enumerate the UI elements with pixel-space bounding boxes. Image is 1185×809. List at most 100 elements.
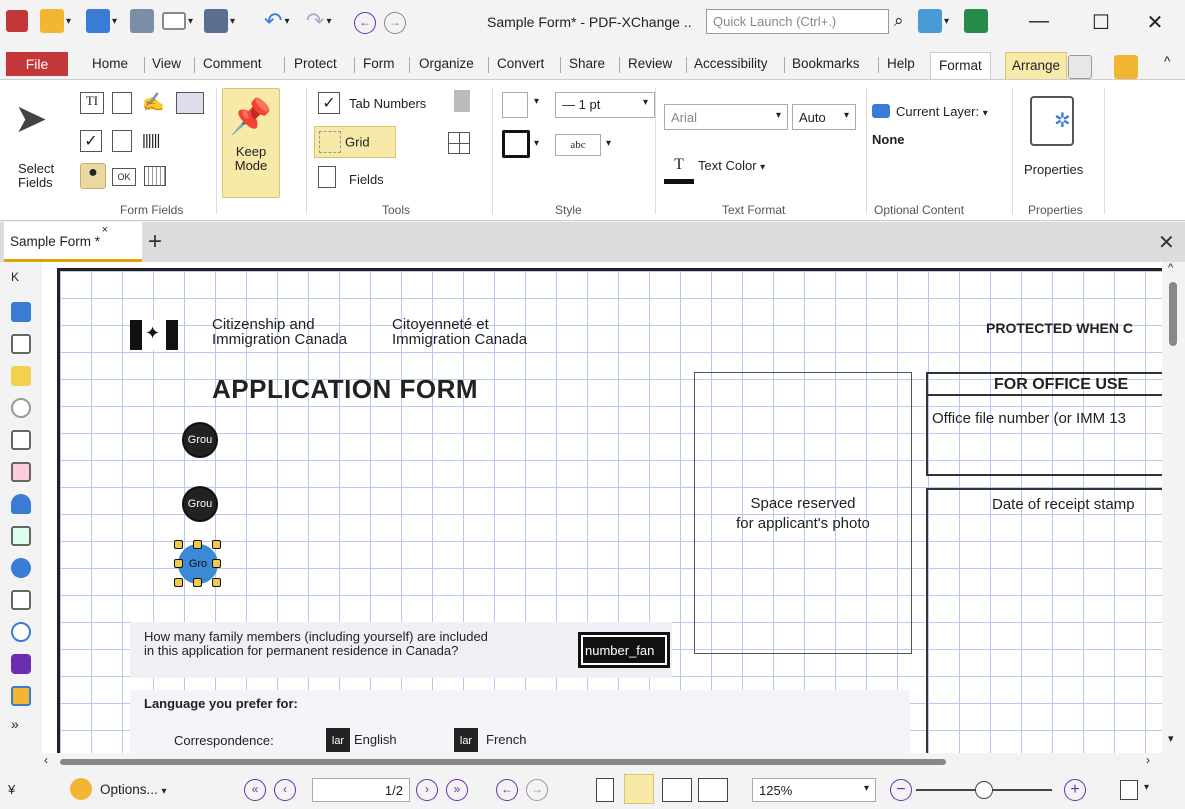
options-button[interactable]: Options... ▾ bbox=[100, 782, 167, 797]
text-color-button[interactable]: Text Color ▾ bbox=[698, 158, 765, 173]
tags-icon[interactable] bbox=[11, 590, 31, 610]
select-fields-button[interactable]: Select Fields bbox=[18, 162, 58, 190]
tab-comment[interactable]: Comment bbox=[203, 56, 262, 71]
selection-handle[interactable] bbox=[193, 540, 202, 549]
folder-icon[interactable] bbox=[1114, 54, 1138, 80]
tab-review[interactable]: Review bbox=[628, 56, 672, 71]
arrange-grid-icon[interactable] bbox=[448, 132, 470, 154]
checkbox-icon[interactable]: ✓ bbox=[80, 130, 102, 152]
selection-handle[interactable] bbox=[212, 540, 221, 549]
page-number-input[interactable]: 1/2 bbox=[312, 778, 410, 802]
tab-form[interactable]: Form bbox=[363, 56, 395, 71]
zoom-slider-thumb[interactable] bbox=[975, 781, 993, 799]
zoom-out-icon[interactable]: − bbox=[890, 779, 912, 801]
redo-icon[interactable]: ↷ ▾ bbox=[306, 8, 331, 34]
document-view[interactable]: ✦ Citizenship and Immigration Canada Cito… bbox=[42, 262, 1162, 753]
radio-button-icon[interactable]: ● bbox=[80, 163, 106, 189]
font-size-select[interactable]: Auto ▾ bbox=[792, 104, 856, 130]
close-document-icon[interactable]: ✕ bbox=[1158, 230, 1175, 255]
scan-icon[interactable]: ▾ bbox=[204, 8, 235, 34]
selection-handle[interactable] bbox=[212, 559, 221, 568]
french-radio-field[interactable]: lar bbox=[454, 728, 478, 752]
continuous-facing-icon[interactable] bbox=[698, 778, 728, 802]
document-tab[interactable]: Sample Form * × bbox=[4, 222, 142, 262]
border-color-dropdown[interactable]: ▾ bbox=[534, 138, 539, 149]
forward-icon[interactable]: → bbox=[384, 12, 406, 34]
tab-numbers-button[interactable]: Tab Numbers bbox=[349, 96, 426, 111]
tab-protect[interactable]: Protect bbox=[294, 56, 337, 71]
selection-handle[interactable] bbox=[174, 578, 183, 587]
page-layout-icon[interactable] bbox=[1120, 780, 1138, 800]
tab-organize[interactable]: Organize bbox=[419, 56, 474, 71]
horizontal-scroll-thumb[interactable] bbox=[60, 759, 946, 765]
tab-accessibility[interactable]: Accessibility bbox=[694, 56, 768, 71]
fields-button[interactable]: Fields bbox=[349, 172, 384, 187]
more-panels-icon[interactable]: » bbox=[11, 716, 31, 732]
border-style-dropdown[interactable]: ▾ bbox=[606, 138, 611, 149]
last-page-icon[interactable]: » bbox=[446, 779, 468, 801]
fullscreen-icon[interactable] bbox=[964, 8, 988, 34]
selection-handle[interactable] bbox=[212, 578, 221, 587]
button-field-icon[interactable]: OK bbox=[112, 168, 136, 186]
collapse-ribbon-icon[interactable]: ^ bbox=[1164, 54, 1170, 69]
properties-button[interactable]: Properties bbox=[1024, 162, 1083, 177]
signatures-icon[interactable] bbox=[11, 462, 31, 482]
vertical-scrollbar[interactable]: ^ ▾ bbox=[1162, 262, 1185, 753]
zoom-in-icon[interactable]: + bbox=[1064, 779, 1086, 801]
keep-mode-button[interactable]: 📌 Keep Mode bbox=[222, 88, 280, 198]
email-icon[interactable]: ▾ bbox=[162, 8, 193, 34]
undo-icon[interactable]: ↶ ▾ bbox=[264, 8, 289, 34]
next-page-icon[interactable]: › bbox=[416, 779, 438, 801]
signature-field-icon[interactable]: ✍ bbox=[142, 92, 164, 113]
tab-home[interactable]: Home bbox=[92, 56, 128, 71]
quick-launch-input[interactable]: Quick Launch (Ctrl+.) bbox=[706, 9, 889, 34]
radio-group-field[interactable]: Grou bbox=[182, 486, 218, 522]
maximize-button[interactable]: ☐ bbox=[1086, 10, 1116, 35]
pages-icon[interactable] bbox=[11, 334, 31, 354]
customize-icon[interactable]: ▾ bbox=[918, 8, 949, 34]
border-color-picker[interactable] bbox=[502, 130, 530, 158]
tab-help[interactable]: Help bbox=[887, 56, 915, 71]
previous-page-icon[interactable]: ‹ bbox=[274, 779, 296, 801]
font-select[interactable]: Arial ▾ bbox=[664, 104, 788, 130]
scroll-right-icon[interactable]: › bbox=[1146, 753, 1150, 767]
single-page-icon[interactable] bbox=[596, 778, 614, 802]
expand-icon[interactable]: ¥ bbox=[8, 782, 15, 797]
combo-box-icon[interactable] bbox=[112, 130, 132, 152]
scroll-down-icon[interactable]: ▾ bbox=[1168, 732, 1174, 745]
close-button[interactable]: ✕ bbox=[1140, 10, 1170, 35]
tab-share[interactable]: Share bbox=[569, 56, 605, 71]
content-icon[interactable] bbox=[11, 526, 31, 546]
tab-bookmarks[interactable]: Bookmarks bbox=[792, 56, 860, 71]
scroll-left-icon[interactable]: ‹ bbox=[44, 753, 48, 767]
page-layout-dropdown[interactable]: ▾ bbox=[1144, 782, 1149, 793]
selection-handle[interactable] bbox=[174, 540, 183, 549]
tab-arrange[interactable]: Arrange bbox=[1005, 52, 1068, 80]
destinations-icon[interactable] bbox=[11, 654, 31, 674]
barcode-icon[interactable]: |||||| bbox=[142, 132, 160, 149]
collapse-sidebar-icon[interactable]: K bbox=[11, 270, 31, 284]
attachments-icon[interactable] bbox=[11, 398, 31, 418]
zoom-select[interactable]: 125% ▾ bbox=[752, 778, 876, 802]
tab-view[interactable]: View bbox=[152, 56, 181, 71]
facing-page-icon[interactable] bbox=[662, 778, 692, 802]
comments-icon[interactable] bbox=[11, 366, 31, 386]
horizontal-scrollbar[interactable]: ‹ › bbox=[42, 753, 1162, 770]
english-radio-field[interactable]: lar bbox=[326, 728, 350, 752]
border-style-select[interactable]: abc bbox=[555, 134, 601, 156]
tab-format[interactable]: Format bbox=[930, 52, 991, 80]
tab-convert[interactable]: Convert bbox=[497, 56, 544, 71]
radio-group-field[interactable]: Grou bbox=[182, 422, 218, 458]
selection-handle[interactable] bbox=[193, 578, 202, 587]
first-page-icon[interactable]: « bbox=[244, 779, 266, 801]
fill-color-picker[interactable] bbox=[502, 92, 528, 118]
fill-color-dropdown[interactable]: ▾ bbox=[534, 96, 539, 107]
search-icon[interactable]: ⌕ bbox=[894, 8, 904, 34]
new-tab-icon[interactable]: + bbox=[148, 228, 162, 256]
search-panel-icon[interactable] bbox=[11, 558, 31, 578]
open-icon[interactable]: ▾ bbox=[40, 8, 71, 34]
close-tab-icon[interactable]: × bbox=[102, 224, 108, 236]
save-icon[interactable]: ▾ bbox=[86, 8, 117, 34]
next-view-icon[interactable]: → bbox=[526, 779, 548, 801]
scroll-up-icon[interactable]: ^ bbox=[1168, 262, 1173, 274]
